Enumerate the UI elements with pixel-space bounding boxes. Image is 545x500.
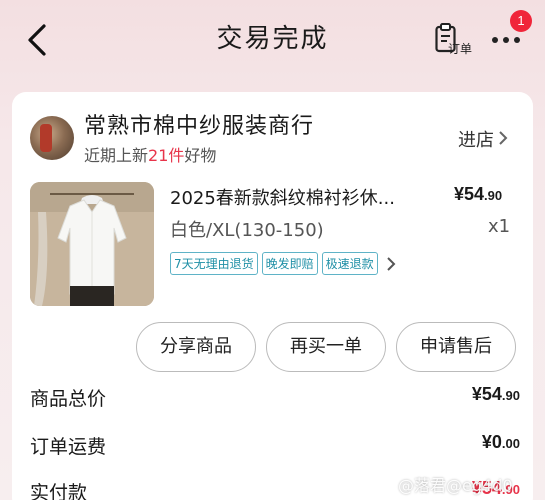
tag-fast-refund: 极速退款 — [321, 252, 378, 275]
after-sale-button[interactable]: 申请售后 — [396, 322, 516, 372]
share-product-button[interactable]: 分享商品 — [136, 322, 256, 372]
shop-avatar[interactable] — [30, 116, 74, 160]
buy-again-button[interactable]: 再买一单 — [266, 322, 386, 372]
chevron-right-icon — [499, 131, 508, 145]
back-button[interactable] — [24, 22, 54, 58]
tag-late-delivery-compensation: 晚发即赔 — [261, 252, 318, 275]
shipping-value: ¥0.00 — [481, 432, 520, 452]
order-card: 常熟市棉中纱服装商行 近期上新21件好物 进店 2025春新款斜纹棉衬衫休...… — [12, 92, 533, 500]
page-title: 交易完成 — [216, 24, 329, 54]
watermark: @落君@eg4d0 — [398, 476, 513, 495]
notification-badge: 1 — [510, 10, 532, 32]
shipping-label: 订单运费 — [30, 436, 107, 458]
goods-total-value: ¥54.90 — [471, 384, 520, 404]
enter-shop-link[interactable]: 进店 — [458, 126, 508, 152]
new-arrivals-count: 21件 — [148, 146, 185, 165]
more-dots-icon — [492, 37, 498, 43]
goods-total-label: 商品总价 — [30, 388, 107, 410]
shirt-illustration — [30, 182, 154, 306]
product-title[interactable]: 2025春新款斜纹棉衬衫休... — [170, 184, 430, 210]
paid-label: 实付款 — [30, 482, 88, 500]
tag-7day-return: 7天无理由退货 — [170, 252, 258, 275]
order-actions: 分享商品 再买一单 申请售后 — [136, 322, 516, 372]
product-quantity: x1 — [488, 216, 511, 237]
shop-new-arrivals: 近期上新21件好物 — [84, 146, 217, 165]
product-sku: 白色/XL(130-150) — [170, 220, 324, 241]
product-price: ¥54.90 — [454, 184, 503, 204]
order-button[interactable]: 订单 — [432, 22, 478, 60]
shop-name[interactable]: 常熟市棉中纱服装商行 — [84, 108, 314, 140]
back-arrow-icon — [28, 24, 46, 56]
chevron-right-icon[interactable] — [386, 256, 396, 272]
product-image[interactable] — [30, 182, 154, 306]
service-tags[interactable]: 7天无理由退货 晚发即赔 极速退款 — [170, 252, 396, 275]
top-bar: 交易完成 订单 1 — [0, 0, 545, 78]
order-button-label: 订单 — [448, 42, 473, 56]
